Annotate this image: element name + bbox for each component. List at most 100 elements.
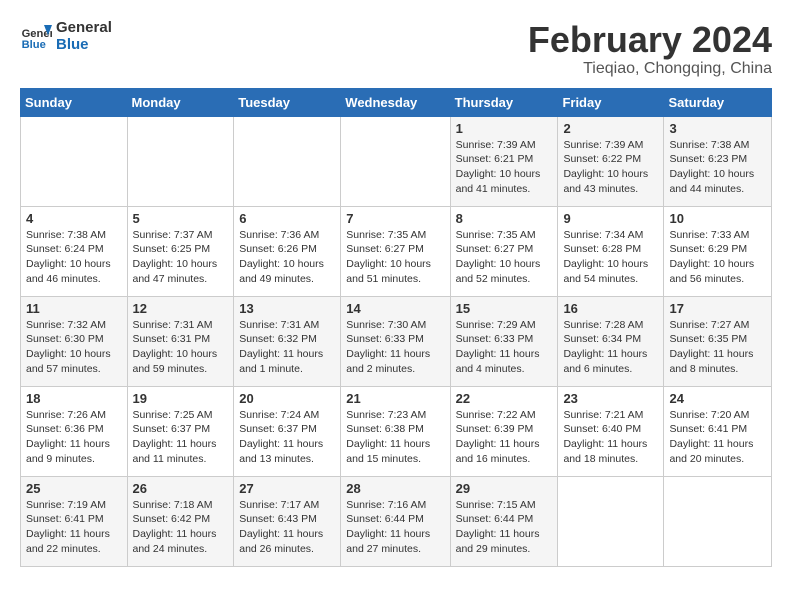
day-number: 24 — [669, 391, 766, 406]
calendar-cell: 6 Sunrise: 7:36 AM Sunset: 6:26 PM Daylig… — [234, 206, 341, 296]
calendar-cell: 22 Sunrise: 7:22 AM Sunset: 6:39 PM Dayli… — [450, 386, 558, 476]
day-info: Sunrise: 7:26 AM Sunset: 6:36 PM Dayligh… — [26, 408, 122, 467]
calendar-week-row: 18 Sunrise: 7:26 AM Sunset: 6:36 PM Dayli… — [21, 386, 772, 476]
calendar-cell: 15Sunrise: 7:29 AM Sunset: 6:33 PM Dayli… — [450, 296, 558, 386]
day-number: 17 — [669, 301, 766, 316]
day-info: Sunrise: 7:33 AM Sunset: 6:29 PM Dayligh… — [669, 228, 766, 287]
day-number: 18 — [26, 391, 122, 406]
calendar-cell: 28Sunrise: 7:16 AM Sunset: 6:44 PM Dayli… — [341, 476, 450, 566]
day-info: Sunrise: 7:21 AM Sunset: 6:40 PM Dayligh… — [563, 408, 658, 467]
calendar-cell: 29 Sunrise: 7:15 AM Sunset: 6:44 PM Dayli… — [450, 476, 558, 566]
day-header-sunday: Sunday — [21, 88, 128, 116]
logo-blue: Blue — [56, 37, 112, 54]
calendar-cell: 21 Sunrise: 7:23 AM Sunset: 6:38 PM Dayli… — [341, 386, 450, 476]
day-number: 1 — [456, 121, 553, 136]
location-subtitle: Tieqiao, Chongqing, China — [528, 60, 772, 78]
day-info: Sunrise: 7:29 AM Sunset: 6:33 PM Dayligh… — [456, 318, 553, 377]
day-info: Sunrise: 7:38 AM Sunset: 6:23 PM Dayligh… — [669, 138, 766, 197]
title-block: February 2024 Tieqiao, Chongqing, China — [528, 20, 772, 78]
day-info: Sunrise: 7:32 AM Sunset: 6:30 PM Dayligh… — [26, 318, 122, 377]
calendar-cell: 10Sunrise: 7:33 AM Sunset: 6:29 PM Dayli… — [664, 206, 772, 296]
calendar-cell: 24 Sunrise: 7:20 AM Sunset: 6:41 PM Dayli… — [664, 386, 772, 476]
calendar-cell: 18 Sunrise: 7:26 AM Sunset: 6:36 PM Dayli… — [21, 386, 128, 476]
calendar-cell — [558, 476, 664, 566]
calendar-cell: 7 Sunrise: 7:35 AM Sunset: 6:27 PM Daylig… — [341, 206, 450, 296]
calendar-cell: 27 Sunrise: 7:17 AM Sunset: 6:43 PM Dayli… — [234, 476, 341, 566]
day-info: Sunrise: 7:39 AM Sunset: 6:22 PM Dayligh… — [563, 138, 658, 197]
day-info: Sunrise: 7:37 AM Sunset: 6:25 PM Dayligh… — [133, 228, 229, 287]
day-header-saturday: Saturday — [664, 88, 772, 116]
day-number: 7 — [346, 211, 444, 226]
calendar-week-row: 11Sunrise: 7:32 AM Sunset: 6:30 PM Dayli… — [21, 296, 772, 386]
day-number: 14 — [346, 301, 444, 316]
calendar-cell: 9 Sunrise: 7:34 AM Sunset: 6:28 PM Daylig… — [558, 206, 664, 296]
day-number: 19 — [133, 391, 229, 406]
day-info: Sunrise: 7:28 AM Sunset: 6:34 PM Dayligh… — [563, 318, 658, 377]
day-info: Sunrise: 7:38 AM Sunset: 6:24 PM Dayligh… — [26, 228, 122, 287]
calendar-cell: 1 Sunrise: 7:39 AM Sunset: 6:21 PM Daylig… — [450, 116, 558, 206]
day-info: Sunrise: 7:27 AM Sunset: 6:35 PM Dayligh… — [669, 318, 766, 377]
calendar-cell — [234, 116, 341, 206]
calendar-table: SundayMondayTuesdayWednesdayThursdayFrid… — [20, 88, 772, 567]
calendar-cell: 2Sunrise: 7:39 AM Sunset: 6:22 PM Daylig… — [558, 116, 664, 206]
day-info: Sunrise: 7:15 AM Sunset: 6:44 PM Dayligh… — [456, 498, 553, 557]
page-header: General Blue General Blue February 2024 … — [20, 20, 772, 78]
day-number: 6 — [239, 211, 335, 226]
day-number: 21 — [346, 391, 444, 406]
calendar-week-row: 25 Sunrise: 7:19 AM Sunset: 6:41 PM Dayli… — [21, 476, 772, 566]
day-info: Sunrise: 7:31 AM Sunset: 6:31 PM Dayligh… — [133, 318, 229, 377]
day-info: Sunrise: 7:35 AM Sunset: 6:27 PM Dayligh… — [456, 228, 553, 287]
calendar-cell: 4 Sunrise: 7:38 AM Sunset: 6:24 PM Daylig… — [21, 206, 128, 296]
day-number: 25 — [26, 481, 122, 496]
day-number: 8 — [456, 211, 553, 226]
calendar-cell: 11Sunrise: 7:32 AM Sunset: 6:30 PM Dayli… — [21, 296, 128, 386]
calendar-cell: 25 Sunrise: 7:19 AM Sunset: 6:41 PM Dayli… — [21, 476, 128, 566]
day-info: Sunrise: 7:23 AM Sunset: 6:38 PM Dayligh… — [346, 408, 444, 467]
calendar-cell: 23 Sunrise: 7:21 AM Sunset: 6:40 PM Dayli… — [558, 386, 664, 476]
day-header-tuesday: Tuesday — [234, 88, 341, 116]
day-info: Sunrise: 7:24 AM Sunset: 6:37 PM Dayligh… — [239, 408, 335, 467]
logo-icon: General Blue — [20, 21, 52, 53]
day-header-wednesday: Wednesday — [341, 88, 450, 116]
day-info: Sunrise: 7:25 AM Sunset: 6:37 PM Dayligh… — [133, 408, 229, 467]
day-number: 3 — [669, 121, 766, 136]
svg-text:Blue: Blue — [22, 39, 46, 51]
day-number: 12 — [133, 301, 229, 316]
calendar-cell: 12 Sunrise: 7:31 AM Sunset: 6:31 PM Dayli… — [127, 296, 234, 386]
logo-general: General — [56, 20, 112, 37]
calendar-cell — [127, 116, 234, 206]
calendar-cell: 26 Sunrise: 7:18 AM Sunset: 6:42 PM Dayli… — [127, 476, 234, 566]
day-info: Sunrise: 7:39 AM Sunset: 6:21 PM Dayligh… — [456, 138, 553, 197]
day-info: Sunrise: 7:34 AM Sunset: 6:28 PM Dayligh… — [563, 228, 658, 287]
calendar-cell: 8 Sunrise: 7:35 AM Sunset: 6:27 PM Daylig… — [450, 206, 558, 296]
day-number: 29 — [456, 481, 553, 496]
day-info: Sunrise: 7:36 AM Sunset: 6:26 PM Dayligh… — [239, 228, 335, 287]
calendar-cell — [21, 116, 128, 206]
day-info: Sunrise: 7:22 AM Sunset: 6:39 PM Dayligh… — [456, 408, 553, 467]
day-number: 9 — [563, 211, 658, 226]
calendar-cell: 16Sunrise: 7:28 AM Sunset: 6:34 PM Dayli… — [558, 296, 664, 386]
day-header-monday: Monday — [127, 88, 234, 116]
day-info: Sunrise: 7:17 AM Sunset: 6:43 PM Dayligh… — [239, 498, 335, 557]
day-info: Sunrise: 7:31 AM Sunset: 6:32 PM Dayligh… — [239, 318, 335, 377]
logo: General Blue General Blue — [20, 20, 112, 53]
calendar-cell: 19 Sunrise: 7:25 AM Sunset: 6:37 PM Dayli… — [127, 386, 234, 476]
day-number: 27 — [239, 481, 335, 496]
calendar-cell: 13Sunrise: 7:31 AM Sunset: 6:32 PM Dayli… — [234, 296, 341, 386]
calendar-week-row: 1 Sunrise: 7:39 AM Sunset: 6:21 PM Daylig… — [21, 116, 772, 206]
calendar-cell: 3 Sunrise: 7:38 AM Sunset: 6:23 PM Daylig… — [664, 116, 772, 206]
day-info: Sunrise: 7:35 AM Sunset: 6:27 PM Dayligh… — [346, 228, 444, 287]
calendar-week-row: 4 Sunrise: 7:38 AM Sunset: 6:24 PM Daylig… — [21, 206, 772, 296]
month-title: February 2024 — [528, 20, 772, 60]
day-number: 4 — [26, 211, 122, 226]
day-number: 23 — [563, 391, 658, 406]
day-info: Sunrise: 7:18 AM Sunset: 6:42 PM Dayligh… — [133, 498, 229, 557]
day-number: 22 — [456, 391, 553, 406]
day-number: 28 — [346, 481, 444, 496]
day-info: Sunrise: 7:19 AM Sunset: 6:41 PM Dayligh… — [26, 498, 122, 557]
day-info: Sunrise: 7:20 AM Sunset: 6:41 PM Dayligh… — [669, 408, 766, 467]
day-header-thursday: Thursday — [450, 88, 558, 116]
day-number: 26 — [133, 481, 229, 496]
calendar-cell: 17 Sunrise: 7:27 AM Sunset: 6:35 PM Dayli… — [664, 296, 772, 386]
day-number: 5 — [133, 211, 229, 226]
